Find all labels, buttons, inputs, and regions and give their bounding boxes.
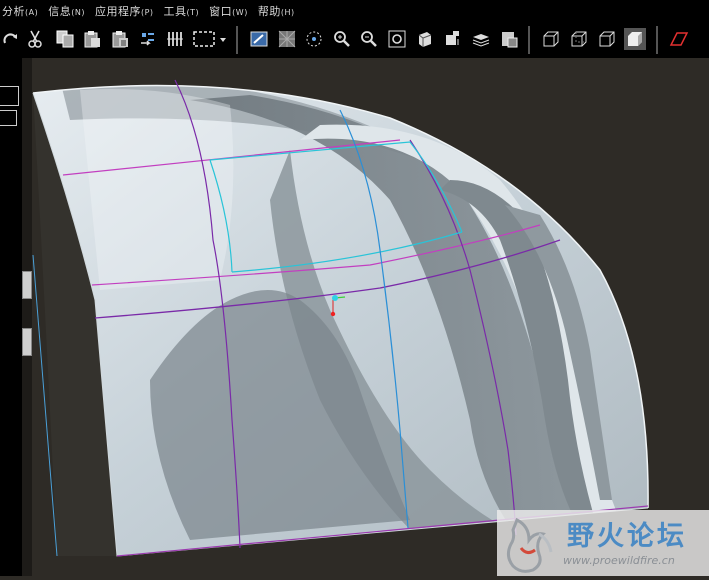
copy-icon[interactable] [54, 28, 76, 50]
toolbar [0, 22, 709, 59]
model-view[interactable] [32, 58, 709, 576]
highlight [80, 89, 234, 290]
wireframe-icon[interactable] [540, 28, 562, 50]
toolbar-separator [236, 26, 238, 54]
sash-grip[interactable] [22, 328, 32, 356]
datum-plane-icon[interactable] [668, 28, 690, 50]
menu-tools[interactable]: 工具(T) [162, 3, 208, 19]
zoom-in-icon[interactable] [331, 28, 353, 50]
no-hidden-icon[interactable] [596, 28, 618, 50]
view-manager-icon[interactable] [498, 28, 520, 50]
saved-views-icon[interactable] [414, 28, 436, 50]
toolbar-separator [528, 26, 530, 54]
watermark-brand: 野火论坛 [567, 521, 687, 552]
menu-help[interactable]: 帮助(H) [256, 3, 303, 19]
model-tree-icon[interactable] [470, 28, 492, 50]
flame-logo-icon [506, 517, 553, 573]
panel-field[interactable] [0, 110, 17, 126]
panel-field[interactable] [0, 86, 19, 106]
paste-special-icon[interactable] [109, 28, 131, 50]
left-panel [0, 58, 22, 576]
dropdown-icon[interactable] [217, 28, 229, 50]
layers-icon[interactable] [442, 28, 464, 50]
zoom-out-icon[interactable] [358, 28, 380, 50]
orient-icon[interactable] [276, 28, 298, 50]
triad-point [332, 295, 338, 301]
regenerate-icon[interactable] [137, 28, 159, 50]
box-select-icon[interactable] [191, 28, 217, 50]
shading-icon[interactable] [624, 28, 646, 50]
selection-filter-icon[interactable] [164, 28, 186, 50]
menu-bar: 分析(A) 信息(N) 应用程序(P) 工具(T) 窗口(W) 帮助(H) [0, 0, 709, 22]
spin-center-icon[interactable] [303, 28, 325, 50]
triad-origin [330, 311, 336, 317]
watermark: 野火论坛 www.proewildfire.cn [497, 510, 709, 576]
menu-info[interactable]: 信息(N) [46, 3, 93, 19]
menu-window[interactable]: 窗口(W) [207, 3, 256, 19]
watermark-url: www.proewildfire.cn [563, 554, 675, 567]
repaint-icon[interactable] [248, 28, 270, 50]
panel-sash[interactable] [22, 58, 32, 576]
toolbar-separator [656, 26, 658, 54]
menu-analysis[interactable]: 分析(A) [0, 3, 46, 19]
paste-icon[interactable] [81, 28, 103, 50]
menu-applications[interactable]: 应用程序(P) [93, 3, 162, 19]
sash-grip[interactable] [22, 271, 32, 299]
refit-icon[interactable] [386, 28, 408, 50]
graphics-window[interactable] [32, 58, 709, 576]
redo-icon[interactable] [0, 28, 22, 50]
hidden-line-icon[interactable] [568, 28, 590, 50]
cut-icon[interactable] [24, 28, 46, 50]
